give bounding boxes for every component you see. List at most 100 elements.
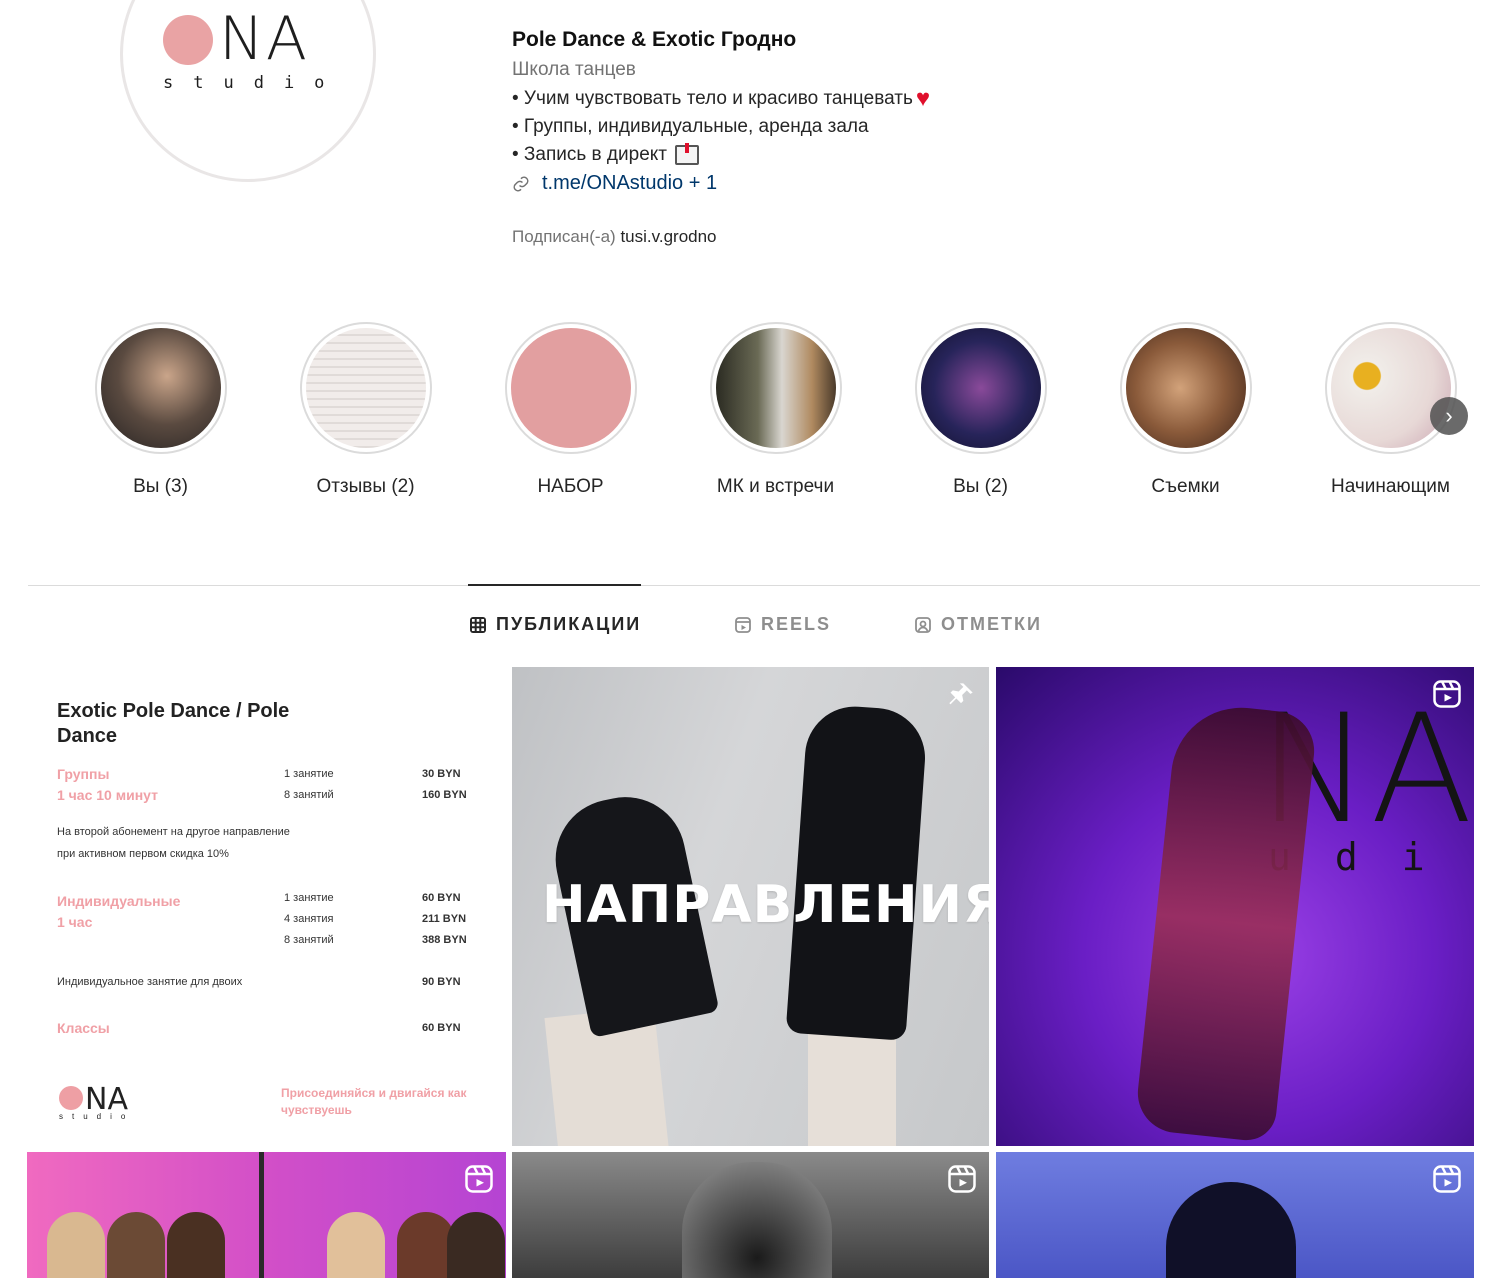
grid-icon	[470, 616, 486, 633]
reel-icon	[465, 1165, 493, 1193]
photo-silhouette	[1166, 1182, 1296, 1278]
tab-reels[interactable]: REELS	[735, 614, 831, 635]
highlight-label: Вы (2)	[953, 476, 1008, 497]
post-reel[interactable]	[996, 1152, 1474, 1278]
highlight-label: Начинающим	[1330, 476, 1450, 497]
tabs-divider	[28, 585, 1480, 586]
price-qty: 4 занятия	[284, 913, 334, 925]
post-overlay-text: НАПРАВЛЕНИЯ	[542, 875, 989, 935]
reel-icon	[1433, 680, 1461, 708]
price-value: 160 BYN	[422, 789, 467, 801]
highlight-ring	[914, 322, 1047, 454]
price-card-logo: NA studio	[57, 1082, 147, 1122]
highlight-item[interactable]: Вы (3)	[58, 322, 263, 498]
followed-user[interactable]: tusi.v.grodno	[620, 227, 716, 246]
highlight-item[interactable]: МК и встречи	[673, 322, 878, 498]
price-note-line-2: при активном первом скидка 10%	[57, 848, 229, 860]
tab-posts-label: ПУБЛИКАЦИИ	[496, 614, 642, 634]
highlight-item[interactable]: Съемки	[1083, 322, 1288, 498]
logo-main-text: NA	[219, 4, 309, 74]
highlight-cover	[100, 328, 221, 448]
highlight-cover	[1125, 328, 1246, 448]
post-reel[interactable]	[512, 1152, 989, 1278]
logo-dot	[59, 1086, 83, 1110]
highlight-cover	[920, 328, 1041, 448]
highlight-item[interactable]: Отзывы (2)	[263, 322, 468, 498]
studio-logo: NA studio	[163, 9, 333, 99]
profile-avatar[interactable]: NA studio	[120, 0, 376, 182]
price-pair-value: 90 BYN	[422, 976, 461, 988]
highlight-label: Съемки	[1151, 476, 1220, 497]
highlight-ring	[1119, 322, 1252, 454]
bio-line-1-text: • Учим чувствовать тело и красиво танцев…	[512, 88, 913, 109]
post-price-list[interactable]: Exotic Pole Dance / Pole Dance Группы 1 …	[27, 667, 506, 1146]
price-qty: 1 занятие	[284, 768, 334, 780]
highlight-cover	[715, 328, 836, 448]
price-classes-value: 60 BYN	[422, 1022, 461, 1034]
photo-hair	[682, 1162, 832, 1278]
profile-name: Pole Dance & Exotic Гродно	[512, 28, 797, 51]
price-note-line-1: На второй абонемент на другое направлени…	[57, 826, 290, 838]
link-icon	[513, 176, 529, 191]
price-groups-duration: 1 час 10 минут	[57, 787, 158, 803]
bio-line-3: • Запись в директ	[512, 143, 930, 166]
highlight-cover	[1330, 328, 1451, 448]
price-individual-label: Индивидуальные	[57, 893, 181, 909]
post-reel[interactable]	[27, 1152, 506, 1278]
logo-sub-text: studio	[59, 1112, 135, 1121]
photo-group	[47, 1192, 505, 1278]
profile-link-text: t.me/ONAstudio + 1	[542, 172, 718, 194]
highlight-ring	[1324, 322, 1457, 454]
reel-icon	[1433, 1165, 1461, 1193]
reel-icon	[948, 1165, 976, 1193]
price-value: 60 BYN	[422, 892, 461, 904]
highlight-label: Отзывы (2)	[316, 476, 415, 497]
photo-leg	[808, 1022, 896, 1146]
tab-tagged-label: ОТМЕТКИ	[941, 614, 1042, 634]
post-pinned-directions[interactable]: НАПРАВЛЕНИЯ	[512, 667, 989, 1146]
tagged-icon	[915, 616, 931, 633]
price-qty: 1 занятие	[284, 892, 334, 904]
reels-icon	[735, 616, 751, 633]
highlight-cover	[510, 328, 631, 448]
highlight-label: Вы (3)	[133, 476, 188, 497]
post-reel[interactable]: NA udi	[996, 667, 1474, 1146]
active-tab-indicator	[468, 584, 641, 586]
logo-sub-text: studio	[163, 73, 345, 93]
tab-tagged[interactable]: ОТМЕТКИ	[915, 614, 1042, 635]
heart-icon: ♥	[915, 85, 931, 112]
bio-line-3-text: • Запись в директ	[512, 144, 667, 165]
highlight-label: НАБОР	[537, 476, 604, 497]
bio-line-2: • Группы, индивидуальные, аренда зала	[512, 116, 930, 138]
tab-reels-label: REELS	[761, 614, 832, 634]
highlight-label: МК и встречи	[716, 476, 835, 497]
profile-bio: Pole Dance & Exotic Гродно Школа танцев …	[512, 28, 930, 247]
story-highlights: Вы (3) Отзывы (2) НАБОР МК и встречи Вы …	[0, 322, 1500, 512]
highlight-ring	[299, 322, 432, 454]
tab-posts[interactable]: ПУБЛИКАЦИИ	[470, 614, 641, 635]
bio-line-2-text: • Группы, индивидуальные, аренда зала	[512, 116, 869, 137]
profile-link[interactable]: t.me/ONAstudio + 1	[512, 172, 930, 195]
price-groups-label: Группы	[57, 766, 110, 782]
highlight-ring	[709, 322, 842, 454]
price-value: 30 BYN	[422, 768, 461, 780]
price-qty: 8 занятий	[284, 934, 334, 946]
followed-by[interactable]: Подписан(-а) tusi.v.grodno	[512, 227, 930, 247]
photo-boot	[785, 703, 929, 1041]
highlight-cover	[305, 328, 426, 448]
highlight-item[interactable]: НАБОР	[468, 322, 673, 498]
price-title: Exotic Pole Dance / Pole Dance	[57, 700, 290, 747]
price-value: 388 BYN	[422, 934, 467, 946]
price-classes-label: Классы	[57, 1020, 110, 1036]
photo-dancer	[1133, 700, 1319, 1144]
highlight-ring	[504, 322, 637, 454]
inbox-icon	[675, 143, 699, 165]
profile-tabs: ПУБЛИКАЦИИ REELS ОТМЕТКИ	[0, 614, 1500, 644]
followed-prefix: Подписан(-а)	[512, 227, 616, 246]
bio-line-1: • Учим чувствовать тело и красиво танцев…	[512, 85, 931, 112]
pin-icon	[949, 683, 973, 705]
price-qty: 8 занятий	[284, 789, 334, 801]
chevron-right-icon[interactable]: ›	[1430, 397, 1468, 435]
highlight-item[interactable]: Вы (2)	[878, 322, 1083, 498]
price-value: 211 BYN	[422, 913, 467, 925]
